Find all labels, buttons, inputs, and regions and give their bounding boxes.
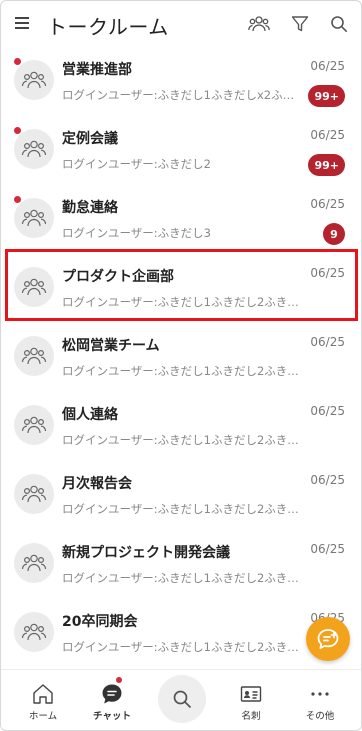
room-date: 06/25 [310, 473, 345, 487]
unread-dot [14, 58, 21, 65]
room-preview: ログインユーザー:ふきだし1ふきだし2ふきだし3ふきだし [62, 433, 300, 447]
room-preview: ログインユーザー:ふきだし1ふきだし2ふきだし3ふきだし [62, 571, 300, 585]
nav-cards-label: 名刺 [241, 711, 261, 722]
chat-unread-dot [116, 677, 122, 683]
avatar [14, 198, 54, 238]
chat-icon [102, 684, 122, 704]
room-preview: ログインユーザー:ふきだし1ふきだし2ふきだし3ふきだし [62, 502, 300, 516]
avatar [14, 336, 54, 376]
room-name: プロダクト企画部 [62, 269, 174, 285]
nav-home[interactable]: ホーム [13, 670, 73, 730]
room-date: 06/25 [310, 542, 345, 556]
list-item[interactable]: 新規プロジェクト開発会議 06/25 ログインユーザー:ふきだし1ふきだし2ふき… [1, 530, 361, 599]
room-preview: ログインユーザー:ふきだし1ふきだし2ふきだし3ふきだし [62, 364, 300, 378]
list-item[interactable]: プロダクト企画部 06/25 ログインユーザー:ふきだし1ふきだし2ふきだし3ふ… [1, 254, 361, 323]
search-icon [173, 690, 192, 709]
more-icon [311, 692, 329, 696]
search-icon[interactable] [328, 13, 350, 35]
nav-search-button[interactable] [158, 675, 206, 723]
room-name: 定例会議 [62, 131, 118, 147]
menu-icon[interactable] [15, 17, 29, 29]
room-name: 月次報告会 [62, 476, 132, 492]
new-chat-button[interactable] [306, 617, 350, 661]
avatar [14, 267, 54, 307]
nav-home-label: ホーム [28, 711, 58, 722]
room-date: 06/25 [310, 197, 345, 211]
page-title: トークルーム [47, 15, 169, 39]
unread-badge: 99+ [308, 154, 345, 176]
room-name: 新規プロジェクト開発会議 [62, 545, 230, 561]
avatar [14, 60, 54, 100]
filter-icon[interactable] [289, 13, 311, 35]
room-preview: ログインユーザー:ふきだし1ふきだしx2ふきだし [62, 88, 300, 102]
room-preview: ログインユーザー:ふきだし3 [62, 226, 211, 240]
room-name: 営業推進部 [62, 62, 132, 78]
avatar [14, 543, 54, 583]
avatar [14, 474, 54, 514]
nav-chat[interactable]: チャット [82, 670, 142, 730]
room-preview: ログインユーザー:ふきだし1ふきだし2ふきだし3ふきだし [62, 640, 300, 654]
unread-badge: 9 [323, 223, 345, 245]
list-item[interactable]: 松岡営業チーム 06/25 ログインユーザー:ふきだし1ふきだし2ふきだし3ふき… [1, 323, 361, 392]
list-item[interactable]: 営業推進部 06/25 ログインユーザー:ふきだし1ふきだしx2ふきだし 99+ [1, 47, 361, 116]
home-icon [33, 684, 53, 704]
unread-dot [14, 127, 21, 134]
list-item[interactable]: 個人連絡 06/25 ログインユーザー:ふきだし1ふきだし2ふきだし3ふきだし [1, 392, 361, 461]
header: トークルーム [1, 1, 361, 47]
list-item[interactable]: 月次報告会 06/25 ログインユーザー:ふきだし1ふきだし2ふきだし3ふきだし [1, 461, 361, 530]
avatar [14, 129, 54, 169]
room-date: 06/25 [310, 266, 345, 280]
room-name: 20卒同期会 [62, 614, 138, 630]
nav-more[interactable]: その他 [290, 670, 350, 730]
room-date: 06/25 [310, 335, 345, 349]
room-name: 個人連絡 [62, 407, 118, 423]
room-list: 営業推進部 06/25 ログインユーザー:ふきだし1ふきだしx2ふきだし 99+… [1, 47, 361, 668]
list-item[interactable]: 定例会議 06/25 ログインユーザー:ふきだし2 99+ [1, 116, 361, 185]
app-frame: トークルーム 営業推進部 06/25 ログインユーザー:ふきだし1ふきだしx2ふ… [0, 0, 362, 731]
business-card-icon [240, 686, 262, 702]
group-icon[interactable] [248, 13, 270, 35]
unread-badge: 99+ [308, 85, 345, 107]
list-item[interactable]: 勤怠連絡 06/25 ログインユーザー:ふきだし3 9 [1, 185, 361, 254]
nav-cards[interactable]: 名刺 [221, 670, 281, 730]
room-date: 06/25 [310, 59, 345, 73]
room-name: 勤怠連絡 [62, 200, 118, 216]
avatar [14, 612, 54, 652]
room-date: 06/25 [310, 128, 345, 142]
nav-more-label: その他 [305, 711, 335, 722]
room-date: 06/25 [310, 404, 345, 418]
bottom-nav: ホーム チャット 名刺 その他 [1, 669, 361, 730]
room-name: 松岡営業チーム [62, 338, 160, 354]
chat-plus-icon [317, 629, 339, 649]
nav-chat-label: チャット [93, 711, 131, 722]
room-preview: ログインユーザー:ふきだし2 [62, 157, 211, 171]
unread-dot [14, 196, 21, 203]
room-preview: ログインユーザー:ふきだし1ふきだし2ふきだし3ふきだし [62, 295, 300, 309]
avatar [14, 405, 54, 445]
